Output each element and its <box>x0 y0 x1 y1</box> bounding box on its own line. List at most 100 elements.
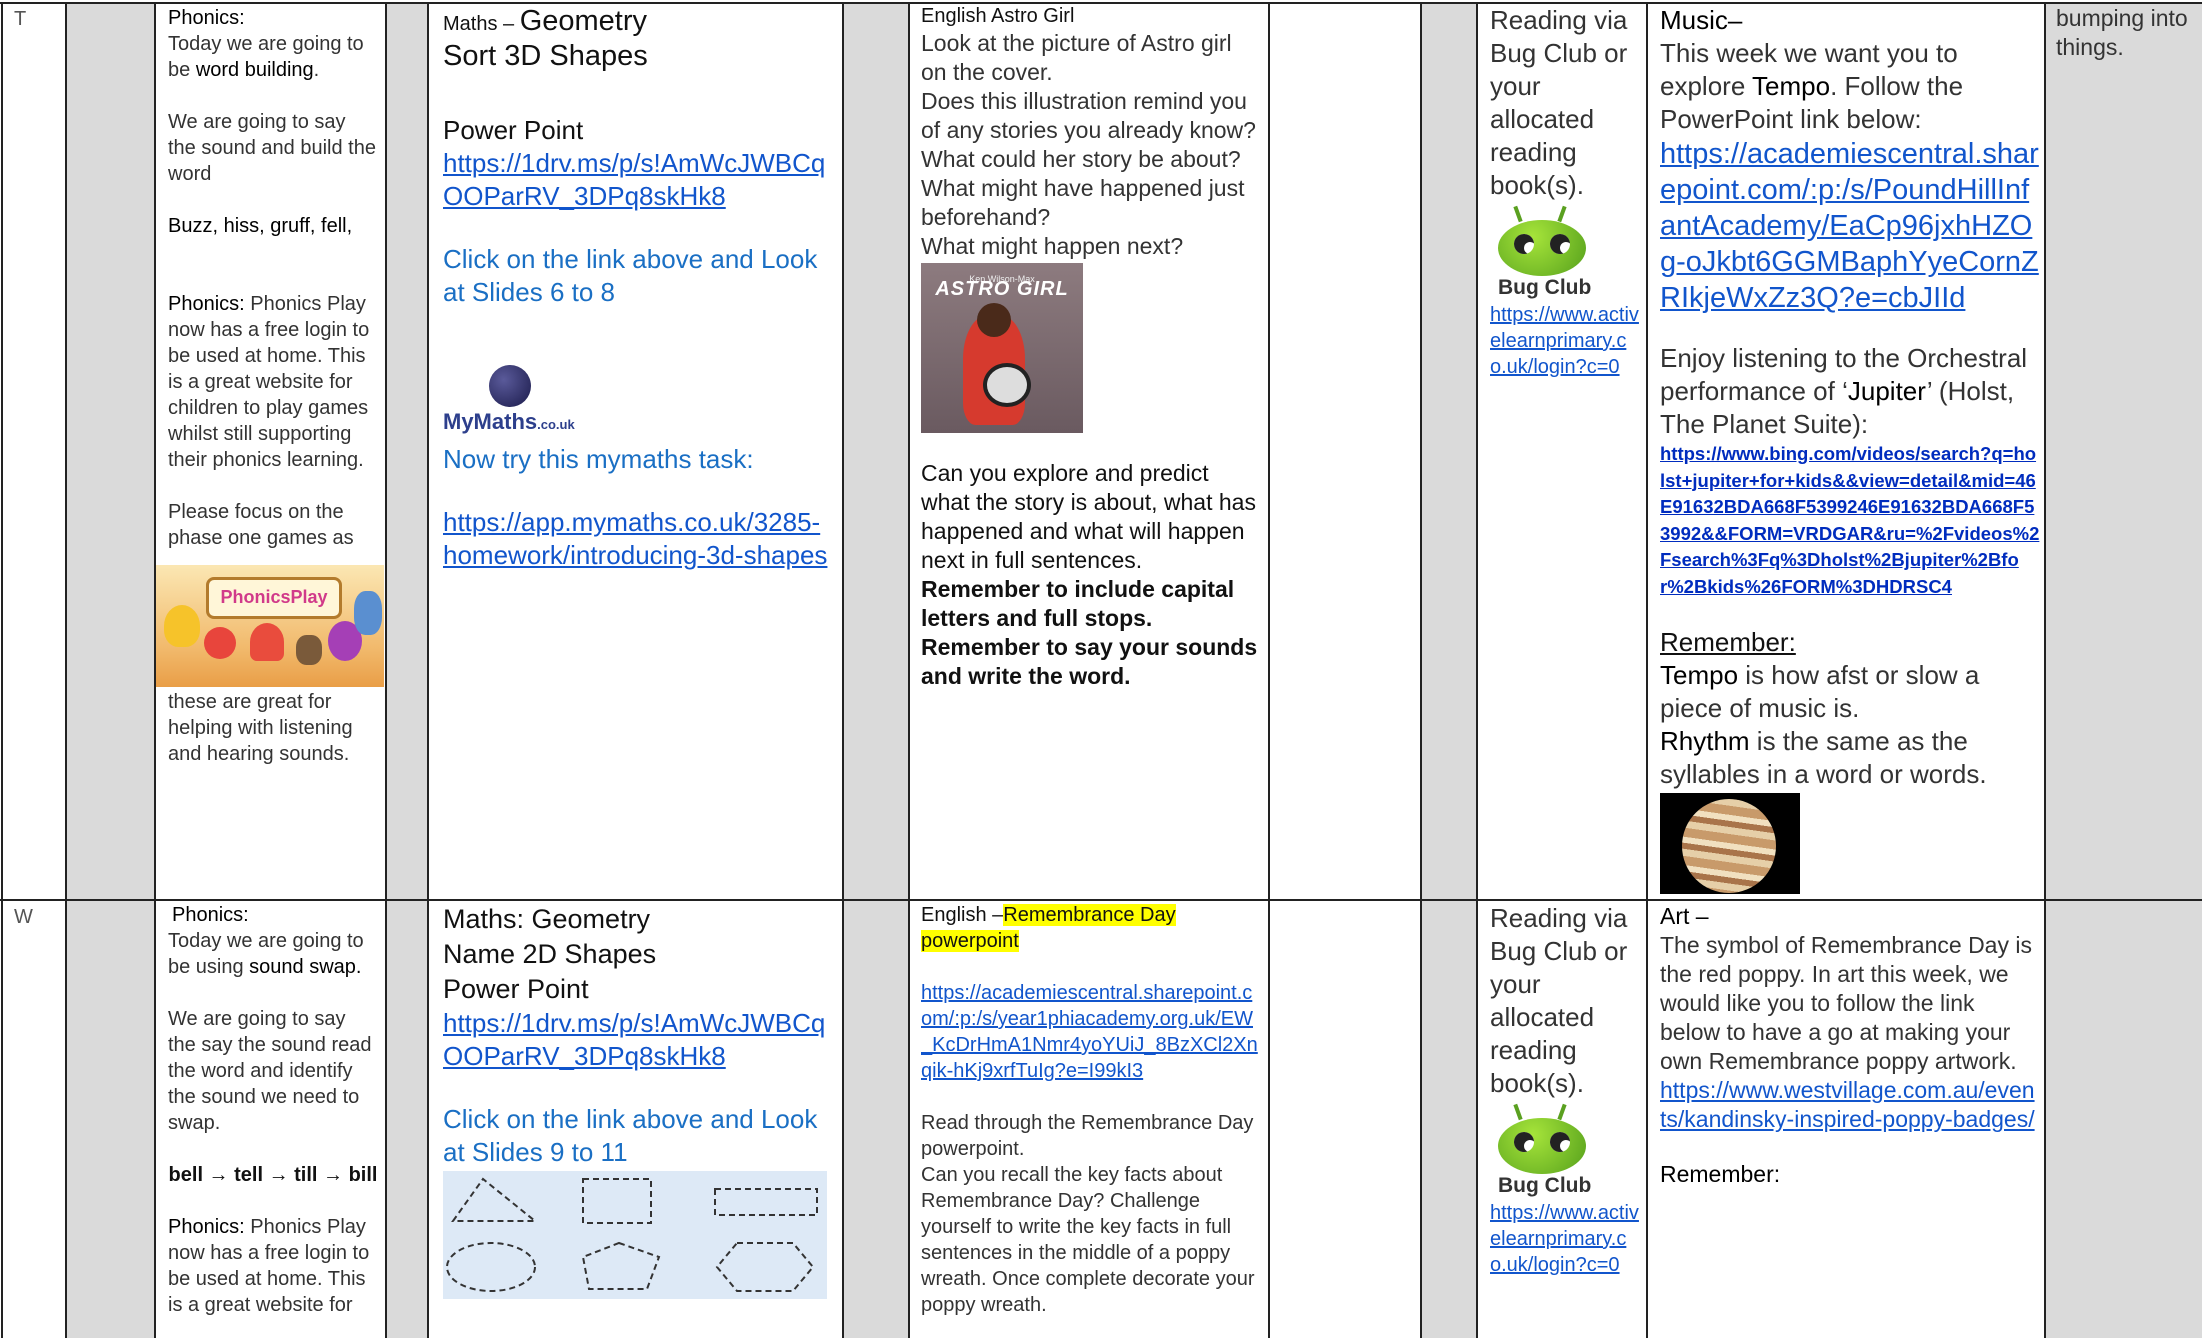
t-english-q3: What could her story be about? <box>921 146 1241 172</box>
mymaths-logo-suffix: .co.uk <box>537 417 575 432</box>
shaded-column <box>2044 3 2202 1338</box>
t-maths-subtitle: Sort 3D Shapes <box>443 40 648 72</box>
col-border <box>427 3 429 1338</box>
shaded-column <box>842 3 908 1338</box>
t-music-enjoy: Enjoy listening to the Orchestral perfor… <box>1660 343 2028 439</box>
bug-eye-icon <box>1550 234 1570 254</box>
t-music-intro: This week we want you to explore Tempo. … <box>1660 38 1964 134</box>
phonicsplay-sign: PhonicsPlay <box>206 577 342 619</box>
w-phonics-play: Phonics: Phonics Play now has a free log… <box>168 1216 370 1316</box>
t-music-cell: Music– This week we want you to explore … <box>1660 4 2040 894</box>
w-maths-title: Maths: Geometry <box>443 904 651 934</box>
bugclub-logo: Bug Club <box>1490 1103 1640 1200</box>
w-english-read: Read through the Remembrance Day powerpo… <box>921 1112 1254 1160</box>
monster-icon <box>204 627 236 659</box>
col-border <box>908 3 910 1338</box>
astronaut-head-icon <box>977 303 1011 337</box>
t-english-q2: Does this illustration remind you of any… <box>921 88 1256 143</box>
pentagon-shape <box>581 1241 661 1290</box>
t-maths-cell: Maths – Geometry Sort 3D Shapes Power Po… <box>443 4 833 894</box>
w-phonics-title: Phonics: <box>172 904 249 926</box>
w-english-cell: English –Remembrance Day powerpoint http… <box>921 902 1261 1338</box>
col-border <box>842 3 844 1338</box>
bug-eye-icon <box>1514 234 1534 254</box>
shapes-image <box>443 1171 827 1299</box>
w-english-recall: Can you recall the key facts about Remem… <box>921 1164 1255 1316</box>
t-phonics-title: Phonics: <box>168 7 245 29</box>
w-art-text: The symbol of Remembrance Day is the red… <box>1660 932 2032 1074</box>
col-border <box>385 3 387 1338</box>
t-phonics-play: Phonics: Phonics Play now has a free log… <box>168 293 370 471</box>
cover-title: ASTRO GIRL <box>935 278 1069 300</box>
bug-eye-icon <box>1550 1132 1570 1152</box>
row-divider <box>0 899 2202 901</box>
astro-girl-cover: Ken Wilson-Max ASTRO GIRL <box>921 263 1083 433</box>
t-music-tempo: Tempo is how afst or slow a piece of mus… <box>1660 660 1980 723</box>
w-art-link[interactable]: https://www.westvillage.com.au/events/ka… <box>1660 1076 2040 1134</box>
w-maths-click: Click on the link above and Look at Slid… <box>443 1104 818 1167</box>
shaded-column <box>65 3 154 1338</box>
t-reading-text: Reading via Bug Club or your allocated r… <box>1490 5 1628 200</box>
bug-icon <box>1498 220 1586 276</box>
w-phonics-cell: Phonics: Today we are going to be using … <box>168 902 378 1338</box>
t-reading-cell: Reading via Bug Club or your allocated r… <box>1490 4 1640 894</box>
t-music-ppt-link[interactable]: https://academiescentral.sharepoint.com/… <box>1660 136 2040 316</box>
w-phonics-say: We are going to say the say the sound re… <box>168 1008 372 1134</box>
helmet-icon <box>983 363 1031 407</box>
w-reading-link[interactable]: https://www.activelearnprimary.co.uk/log… <box>1490 1200 1640 1278</box>
col-border <box>1476 3 1478 1338</box>
phonicsplay-logo-text: PhonicsPlay <box>220 587 328 607</box>
w-phonics-intro: Today we are going to be using sound swa… <box>168 930 364 978</box>
w-art-cell: Art – The symbol of Remembrance Day is t… <box>1660 902 2040 1338</box>
w-maths-pp: Power Point <box>443 974 589 1004</box>
monster-icon <box>164 605 200 647</box>
w-reading-text: Reading via Bug Club or your allocated r… <box>1490 903 1628 1098</box>
shaded-column <box>385 3 427 1338</box>
w-phonics-chain: bell → tell → till → bill <box>168 1164 378 1186</box>
t-maths-try: Now try this mymaths task: <box>443 444 754 474</box>
t-reading-link[interactable]: https://www.activelearnprimary.co.uk/log… <box>1490 302 1640 380</box>
t-last-cell: bumping into things. <box>2056 5 2188 60</box>
col-border <box>1420 3 1422 1338</box>
bugclub-logo-text: Bug Club <box>1498 1174 1592 1197</box>
t-phonics-words: Buzz, hiss, gruff, fell, <box>168 215 353 237</box>
long-rectangle-shape <box>714 1188 818 1216</box>
w-art-title: Art – <box>1660 903 1709 929</box>
w-maths-subtitle: Name 2D Shapes <box>443 939 657 969</box>
oval-shape <box>446 1242 536 1292</box>
col-border <box>2044 3 2046 1338</box>
row-label-t: T <box>14 8 27 30</box>
t-music-rhythm: Rhythm is the same as the syllables in a… <box>1660 726 1987 789</box>
t-english-cell: English Astro Girl Look at the picture o… <box>921 4 1261 894</box>
bug-eye-icon <box>1514 1132 1534 1152</box>
t-english-q1: Look at the picture of Astro girl on the… <box>921 30 1232 85</box>
w-english-link[interactable]: https://academiescentral.sharepoint.com/… <box>921 980 1261 1084</box>
t-maths-pp: Power Point <box>443 115 584 145</box>
mymaths-ball-icon <box>489 365 531 407</box>
monster-icon <box>296 635 322 665</box>
jupiter-planet-icon <box>1682 799 1776 893</box>
bug-antenna-icon <box>1557 205 1567 223</box>
col-border <box>1646 3 1648 1338</box>
t-music-title: Music– <box>1660 5 1743 35</box>
w-english-title: English –Remembrance Day powerpoint <box>921 904 1176 952</box>
w-maths-cell: Maths: Geometry Name 2D Shapes Power Poi… <box>443 902 833 1338</box>
t-maths-title: Maths – Geometry <box>443 5 648 37</box>
t-phonics-say: We are going to say the sound and build … <box>168 111 376 185</box>
bugclub-logo-text: Bug Club <box>1498 276 1592 299</box>
bug-antenna-icon <box>1513 205 1523 223</box>
t-maths-pp-link[interactable]: https://1drv.ms/p/s!AmWcJWBCqOOParRV_3DP… <box>443 147 833 213</box>
mymaths-logo: MyMaths.co.uk <box>443 365 833 437</box>
t-english-title: English Astro Girl <box>921 5 1075 27</box>
t-maths-task-link[interactable]: https://app.mymaths.co.uk/3285-homework/… <box>443 506 833 572</box>
t-music-video-link[interactable]: https://www.bing.com/videos/search?q=hol… <box>1660 441 2040 600</box>
col-border <box>1 3 3 1338</box>
col-border <box>65 3 67 1338</box>
t-music-remember: Remember: <box>1660 627 1796 657</box>
w-maths-pp-link[interactable]: https://1drv.ms/p/s!AmWcJWBCqOOParRV_3DP… <box>443 1007 833 1073</box>
col-border <box>1268 3 1270 1338</box>
t-phonics-focus: Please focus on the phase one games as <box>168 501 354 549</box>
t-phonics-intro: Today we are going to be word building. <box>168 33 364 81</box>
w-reading-cell: Reading via Bug Club or your allocated r… <box>1490 902 1640 1338</box>
row-label-w: W <box>14 906 33 928</box>
